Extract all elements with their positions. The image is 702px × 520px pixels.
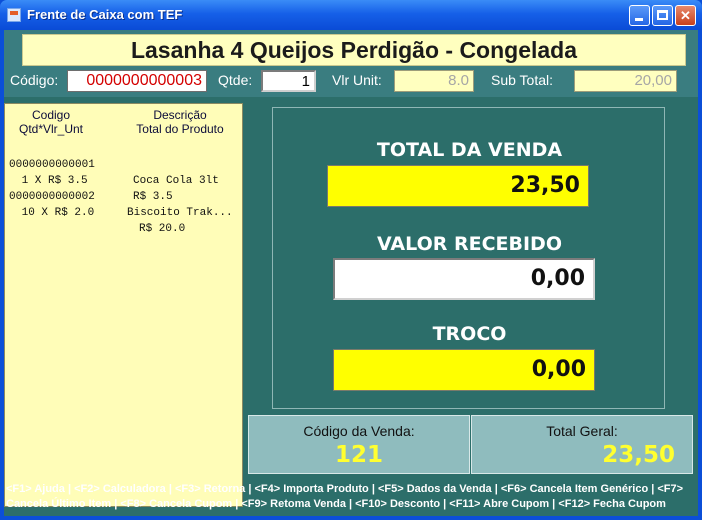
sub-total-field: 20,00 — [574, 70, 677, 92]
col-header-descricao-line2: Total do Produto — [136, 122, 224, 136]
valor-recebido-input[interactable]: 0,00 — [333, 258, 595, 300]
item-qty: 10 X R$ 2.0 — [15, 207, 95, 219]
codigo-label: Código: — [10, 72, 59, 88]
product-name: Lasanha 4 Queijos Perdigão - Congelada — [22, 34, 686, 66]
total-geral-box: Total Geral: 23,50 — [471, 415, 693, 474]
app-window: Frente de Caixa com TEF ✕ Lasanha 4 Quei… — [0, 0, 702, 520]
shortcut-line-2: Cancela Último Item | <F8> Cancela Cupom… — [6, 498, 666, 510]
col-header-codigo: Codigo Qtd*Vlr_Unt — [9, 108, 93, 136]
codigo-venda-value: 121 — [334, 442, 383, 468]
maximize-icon — [657, 10, 668, 20]
total-venda-label: TOTAL DA VENDA — [376, 139, 563, 161]
maximize-button[interactable] — [652, 5, 673, 26]
troco-label: TROCO — [432, 323, 507, 345]
list-item[interactable]: 10 X R$ 2.0 R$ 20.0 — [9, 189, 239, 235]
codigo-venda-label: Código da Venda: — [303, 423, 415, 439]
troco-field: 0,00 — [333, 349, 595, 391]
list-item[interactable]: 0000000000002 Biscoito Trak... — [9, 173, 239, 219]
col-header-descricao: Descrição Total do Produto — [115, 108, 245, 136]
shortcut-bar: <F1> Ajuda | <F2> Calculadora | <F3> Ret… — [6, 482, 696, 512]
total-geral-label: Total Geral: — [546, 423, 618, 439]
col-header-descricao-line1: Descrição — [153, 108, 207, 122]
client-area: Lasanha 4 Queijos Perdigão - Congelada C… — [4, 30, 698, 516]
list-item[interactable]: 0000000000001 Coca Cola 3lt — [9, 141, 239, 187]
item-total: R$ 20.0 — [139, 223, 186, 235]
valor-recebido-label: VALOR RECEBIDO — [377, 233, 562, 255]
window-title: Frente de Caixa com TEF — [27, 7, 183, 22]
java-app-icon[interactable] — [7, 8, 21, 22]
totals-panel: TOTAL DA VENDA 23,50 VALOR RECEBIDO 0,00… — [272, 107, 665, 409]
close-icon: ✕ — [680, 8, 691, 23]
vlr-unit-field: 8.0 — [394, 70, 474, 92]
item-list-panel[interactable]: Codigo Qtd*Vlr_Unt Descrição Total do Pr… — [4, 103, 243, 507]
sub-total-label: Sub Total: — [491, 72, 554, 88]
product-header: Lasanha 4 Queijos Perdigão - Congelada C… — [4, 30, 698, 97]
qtde-input[interactable]: 1 — [261, 70, 316, 92]
total-venda-field: 23,50 — [327, 165, 589, 207]
col-header-codigo-line1: Codigo — [31, 108, 71, 122]
close-button[interactable]: ✕ — [675, 5, 696, 26]
codigo-venda-box: Código da Venda: 121 — [248, 415, 470, 474]
list-item[interactable]: 1 X R$ 3.5 R$ 3.5 — [9, 157, 239, 203]
item-list: 0000000000001 Coca Cola 3lt 1 X R$ 3.5 R… — [9, 141, 239, 235]
minimize-icon — [635, 18, 643, 21]
shortcut-line-1: <F1> Ajuda | <F2> Calculadora | <F3> Ret… — [6, 483, 684, 495]
title-bar[interactable]: Frente de Caixa com TEF ✕ — [0, 0, 702, 30]
qtde-label: Qtde: — [218, 72, 253, 88]
minimize-button[interactable] — [629, 5, 650, 26]
col-header-codigo-line2: Qtd*Vlr_Unt — [18, 122, 84, 136]
vlr-unit-label: Vlr Unit: — [332, 72, 382, 88]
item-desc: Biscoito Trak... — [127, 207, 233, 219]
total-geral-value: 23,50 — [602, 442, 675, 468]
codigo-input[interactable]: 0000000000003 — [67, 70, 207, 92]
